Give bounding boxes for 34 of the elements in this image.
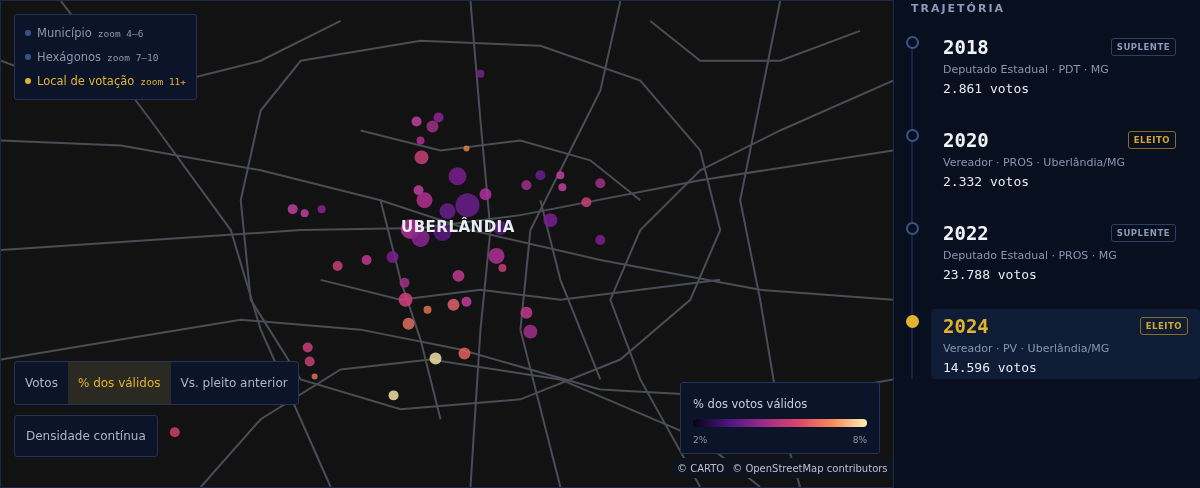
election-year: 2024 [943, 315, 989, 337]
result-label: SUPLENTE [1110, 38, 1176, 56]
attribution-link[interactable]: © CARTO [677, 462, 725, 474]
legend-title: % dos votos válidos [693, 397, 809, 411]
layer-option[interactable]: Local de votação zoom 11+ [25, 72, 187, 90]
election-card[interactable]: 2022 SUPLENTE Deputado Estadual · PROS · MG 23.788 votos [931, 216, 1188, 286]
legend-max: 8% [852, 435, 867, 445]
election-card[interactable]: 2020 ELEITO Vereador · PROS · Uberlândia/MG 2.332 votos [931, 123, 1188, 193]
role-text: Deputado Estadual · PROS · MG [943, 249, 1118, 262]
vote-count: 2.861 votos [943, 81, 1031, 96]
vote-count: 23.788 votos [943, 267, 1038, 282]
election-year: 2022 [943, 222, 989, 244]
election-card[interactable]: 2024 ELEITO Vereador · PV · Uberlândia/MG 14.596 votos [931, 309, 1200, 379]
city-label: UBERLÂNDIA [401, 218, 515, 236]
election-card[interactable]: 2018 SUPLENTE Deputado Estadual · PDT · MG 2.861 votos [931, 30, 1188, 100]
vote-count: 14.596 votos [943, 360, 1038, 375]
election-year: 2020 [943, 129, 989, 151]
role-text: Deputado Estadual · PDT · MG [943, 63, 1110, 76]
layer-option[interactable]: Hexágonos zoom 7–10 [25, 48, 187, 66]
legend-min: 2% [693, 435, 708, 445]
election-year: 2018 [943, 36, 989, 58]
result-label: SUPLENTE [1110, 224, 1176, 242]
layer-option[interactable]: Município zoom 4–6 [25, 24, 187, 42]
section-title: TRAJETÓRIA [911, 1, 1007, 17]
vote-count: 2.332 votos [943, 174, 1031, 189]
role-text: Vereador · PROS · Uberlândia/MG [943, 156, 1126, 169]
mode-button[interactable]: % dos válidos [67, 362, 171, 404]
mode-button[interactable]: Vs. pleito anterior [170, 362, 298, 404]
role-text: Vereador · PV · Uberlândia/MG [943, 342, 1111, 355]
density-button[interactable]: Densidade contínua [14, 415, 158, 457]
attribution-link[interactable]: © OpenStreetMap contributors [732, 462, 888, 474]
result-label: ELEITO [1127, 131, 1176, 149]
mode-button[interactable]: Votos [15, 362, 68, 404]
result-label: ELEITO [1139, 317, 1188, 335]
